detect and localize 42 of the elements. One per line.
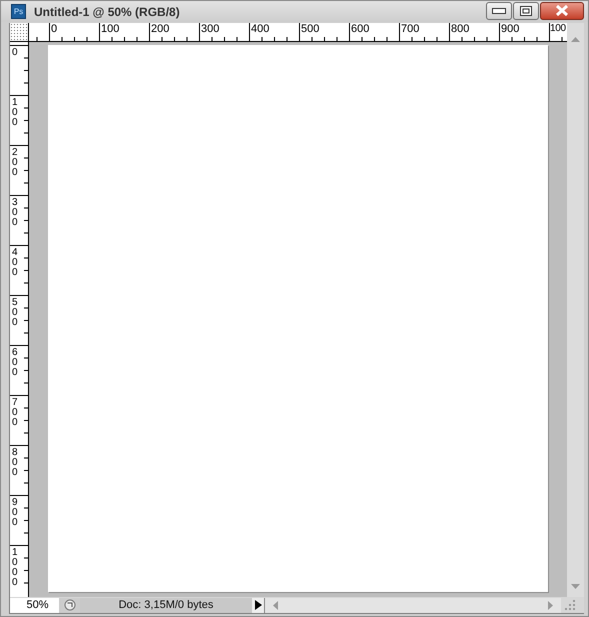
ruler-label: 100 bbox=[550, 23, 566, 35]
ruler-label: 100 bbox=[11, 96, 18, 128]
resize-grip-icon[interactable] bbox=[565, 600, 575, 610]
ruler-label: 200 bbox=[11, 146, 18, 178]
status-icon-button[interactable] bbox=[59, 598, 80, 612]
ruler-origin[interactable] bbox=[10, 23, 29, 42]
scroll-left-icon bbox=[273, 600, 278, 610]
ruler-label: 400 bbox=[11, 246, 18, 278]
status-menu-button[interactable] bbox=[252, 598, 264, 612]
ruler-label: 0 bbox=[11, 46, 18, 58]
ruler-label: 1000 bbox=[11, 546, 18, 588]
app-logo: Ps bbox=[11, 4, 26, 19]
ruler-label: 100 bbox=[100, 23, 120, 35]
ruler-label: 600 bbox=[350, 23, 370, 35]
ruler-label: 300 bbox=[11, 196, 18, 228]
triangle-right-icon bbox=[254, 600, 262, 610]
scroll-up-icon bbox=[571, 37, 580, 42]
close-icon bbox=[555, 5, 569, 16]
ruler-label: 800 bbox=[11, 446, 18, 478]
minimize-icon bbox=[492, 8, 506, 14]
close-button[interactable] bbox=[540, 2, 584, 20]
ruler-label: 200 bbox=[150, 23, 170, 35]
circle-icon bbox=[64, 599, 76, 611]
ruler-label: 900 bbox=[11, 496, 18, 528]
ruler-label: 500 bbox=[300, 23, 320, 35]
ruler-label: 0 bbox=[50, 23, 58, 35]
scroll-down-icon bbox=[571, 584, 580, 589]
minimize-button[interactable] bbox=[486, 2, 512, 20]
ruler-label: 700 bbox=[400, 23, 420, 35]
window-title: Untitled-1 @ 50% (RGB/8) bbox=[34, 4, 181, 18]
ruler-label: 500 bbox=[11, 296, 18, 328]
zoom-field[interactable]: 50% bbox=[10, 598, 59, 612]
scroll-right-icon bbox=[548, 600, 553, 610]
doc-size-info: Doc: 3,15M/0 bytes bbox=[80, 598, 252, 612]
maximize-button[interactable] bbox=[513, 2, 539, 20]
ruler-label: 300 bbox=[200, 23, 220, 35]
ruler-label: 700 bbox=[11, 396, 18, 428]
ruler-label: 900 bbox=[500, 23, 520, 35]
ruler-label: 400 bbox=[250, 23, 270, 35]
restore-icon bbox=[520, 6, 532, 16]
ruler-label: 800 bbox=[450, 23, 470, 35]
ruler-label: 600 bbox=[11, 346, 18, 378]
